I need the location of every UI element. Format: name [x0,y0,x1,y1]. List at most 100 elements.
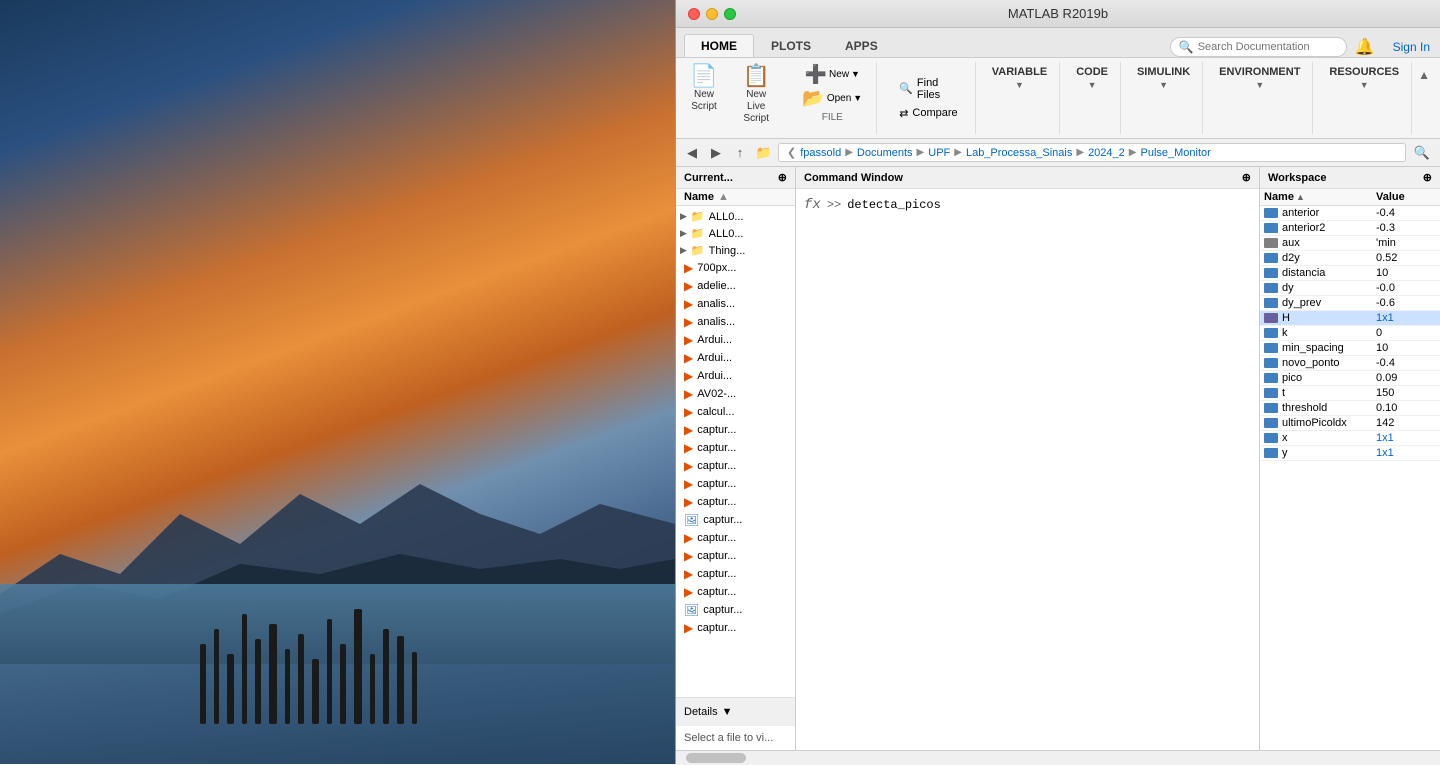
command-window-expand-icon[interactable]: ⊕ [1242,171,1251,184]
back-button[interactable]: ◀ [682,143,702,163]
find-files-button[interactable]: 🔍 Find Files [893,75,967,103]
new-live-script-button[interactable]: 📋 NewLive Script [728,62,792,134]
workspace-menu-icon[interactable]: ⊕ [1423,171,1432,184]
ribbon-content: 📄 NewScript 📋 NewLive Script ➕ New ▼ 📂 O… [676,58,1440,138]
workspace-variable-item[interactable]: dy_prev -0.6 [1260,296,1440,311]
file-icon: ▶ [684,333,693,347]
workspace-variable-item[interactable]: y 1x1 [1260,446,1440,461]
sign-in-button[interactable]: Sign In [1383,37,1440,57]
variable-name: t [1282,387,1372,399]
folder-expand-icon: ▶ [680,211,687,222]
workspace-variable-item[interactable]: novo_ponto -0.4 [1260,356,1440,371]
addr-sep-1: ▶ [845,147,853,158]
tab-apps[interactable]: APPS [828,34,895,57]
list-item[interactable]: ▶ captur... [676,421,795,439]
search-input[interactable] [1198,41,1338,53]
list-item[interactable]: ▶ captur... [676,493,795,511]
new-script-label: NewScript [691,89,717,113]
list-item[interactable]: ▶ Ardui... [676,367,795,385]
open-button[interactable]: 📂 Open ▼ [796,86,868,110]
workspace-variable-item[interactable]: x 1x1 [1260,431,1440,446]
workspace-variable-item[interactable]: threshold 0.10 [1260,401,1440,416]
details-chevron-icon[interactable]: ▼ [722,706,733,718]
search-box[interactable]: 🔍 [1170,37,1347,57]
list-item[interactable]: ▶ AV02-... [676,385,795,403]
simulink-label: SIMULINK [1137,66,1190,78]
workspace-variable-item[interactable]: distancia 10 [1260,266,1440,281]
list-item[interactable]: ▶ Ardui... [676,349,795,367]
list-item[interactable]: 🖼 captur... [676,601,795,619]
up-button[interactable]: ↑ [730,143,750,163]
workspace-variable-item[interactable]: t 150 [1260,386,1440,401]
workspace-variable-item[interactable]: k 0 [1260,326,1440,341]
close-button[interactable] [688,8,700,20]
command-window: Command Window ⊕ fx >> detecta_picos [796,167,1260,750]
browse-button[interactable]: 📁 [754,143,774,163]
list-item[interactable]: ▶ 📁 ALL0... [676,225,795,242]
address-path[interactable]: ❮ fpassold ▶ Documents ▶ UPF ▶ Lab_Proce… [778,143,1406,162]
new-button[interactable]: ➕ New ▼ [799,62,866,86]
ws-value-col-label: Value [1376,191,1405,203]
compare-button[interactable]: ⇄ Compare [893,105,967,122]
list-item[interactable]: ▶ captur... [676,583,795,601]
list-item[interactable]: ▶ analis... [676,295,795,313]
workspace-variable-item[interactable]: H 1x1 [1260,311,1440,326]
list-item[interactable]: ▶ analis... [676,313,795,331]
list-item[interactable]: ▶ 700px... [676,259,795,277]
list-item[interactable]: 🖼 captur... [676,511,795,529]
current-folder-label: Current... [684,172,733,184]
bottom-scrollbar[interactable] [676,750,1440,764]
list-item[interactable]: ▶ captur... [676,475,795,493]
workspace-variable-item[interactable]: pico 0.09 [1260,371,1440,386]
workspace-variable-item[interactable]: anterior -0.4 [1260,206,1440,221]
list-item[interactable]: ▶ captur... [676,439,795,457]
new-live-script-icon: 📋 [742,65,769,87]
list-item[interactable]: ▶ adelie... [676,277,795,295]
file-name-text: captur... [697,478,736,490]
list-item[interactable]: ▶ captur... [676,529,795,547]
notification-icon[interactable]: 🔔 [1355,37,1375,57]
variable-icon [1264,433,1278,443]
list-item[interactable]: ▶ calcul... [676,403,795,421]
tab-home[interactable]: HOME [684,34,754,57]
workspace-variable-item[interactable]: ultimoPicoldx 142 [1260,416,1440,431]
variable-value: 1x1 [1376,432,1436,444]
file-browser-menu-icon[interactable]: ⊕ [778,171,787,184]
workspace-variable-item[interactable]: dy -0.0 [1260,281,1440,296]
list-item[interactable]: ▶ captur... [676,547,795,565]
search-icon: 🔍 [1179,40,1194,54]
compare-label: Compare [912,107,957,119]
environment-chevron-icon[interactable]: ▼ [1255,80,1264,90]
code-chevron-icon[interactable]: ▼ [1088,80,1097,90]
workspace-name-col: Name ▲ [1264,191,1376,203]
list-item[interactable]: ▶ Ardui... [676,331,795,349]
file-icon: ▶ [684,297,693,311]
list-item[interactable]: ▶ captur... [676,565,795,583]
addr-part-4: 2024_2 [1088,147,1125,159]
resources-chevron-icon[interactable]: ▼ [1360,80,1369,90]
list-item[interactable]: ▶ 📁 ALL0... [676,208,795,225]
variable-icon [1264,418,1278,428]
command-content[interactable]: fx >> detecta_picos [796,189,1259,750]
list-item[interactable]: ▶ captur... [676,457,795,475]
workspace-variable-item[interactable]: anterior2 -0.3 [1260,221,1440,236]
new-script-button[interactable]: 📄 NewScript [684,62,724,134]
list-item[interactable]: ▶ 📁 Thing... [676,242,795,259]
variable-chevron-icon[interactable]: ▼ [1015,80,1024,90]
addr-sep-2: ▶ [917,147,925,158]
tab-plots[interactable]: PLOTS [754,34,828,57]
workspace-variable-item[interactable]: aux 'min [1260,236,1440,251]
workspace-variable-item[interactable]: d2y 0.52 [1260,251,1440,266]
collapse-ribbon-button[interactable]: ▲ [1416,66,1432,84]
minimize-button[interactable] [706,8,718,20]
simulink-chevron-icon[interactable]: ▼ [1159,80,1168,90]
list-item[interactable]: ▶ captur... [676,619,795,637]
path-search-button[interactable]: 🔍 [1410,143,1434,163]
workspace-variable-item[interactable]: min_spacing 10 [1260,341,1440,356]
open-label: Open [827,93,851,104]
details-label: Details [684,706,718,718]
variable-name: anterior2 [1282,222,1372,234]
forward-button[interactable]: ▶ [706,143,726,163]
scrollbar-thumb[interactable] [686,753,746,763]
maximize-button[interactable] [724,8,736,20]
